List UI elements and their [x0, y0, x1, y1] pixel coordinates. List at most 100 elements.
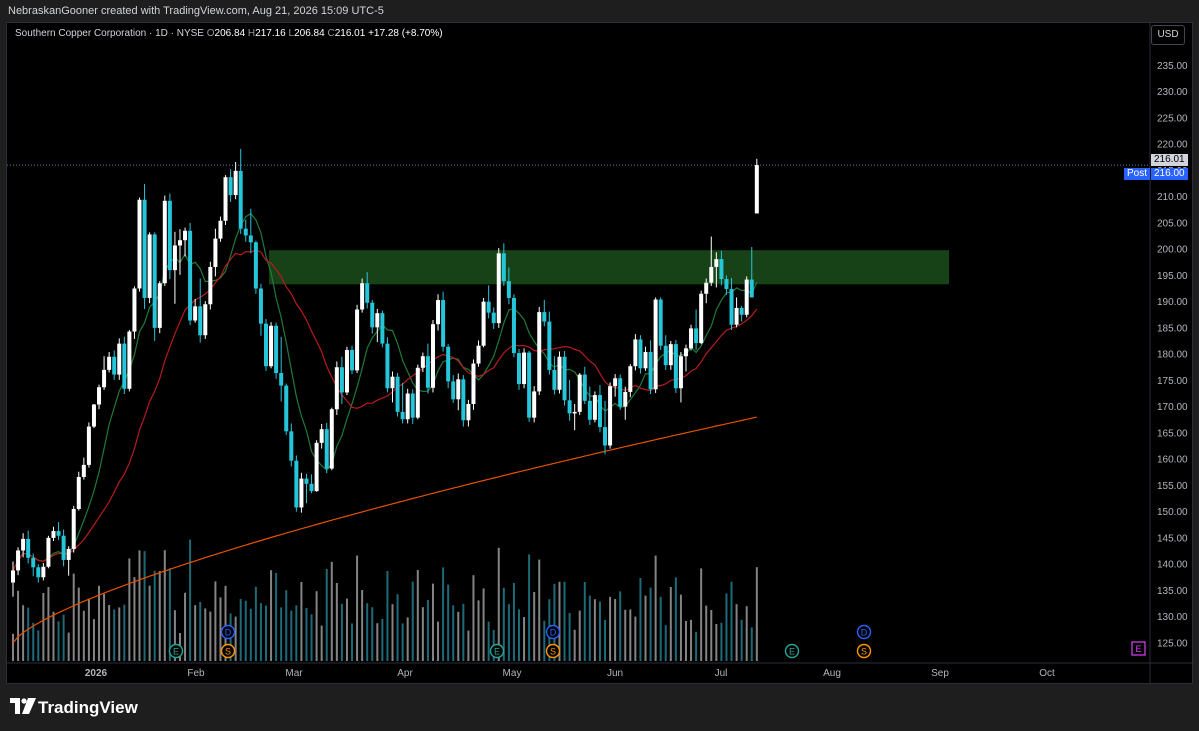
candle[interactable]	[567, 379, 572, 421]
candle[interactable]	[577, 373, 582, 416]
candle[interactable]	[213, 228, 218, 277]
candle[interactable]	[461, 375, 466, 427]
dividend-icon[interactable]: D	[220, 624, 236, 640]
candle[interactable]	[683, 344, 688, 372]
candle[interactable]	[415, 364, 420, 420]
candle[interactable]	[390, 371, 395, 403]
earnings-icon[interactable]: E	[784, 643, 800, 659]
candle[interactable]	[344, 346, 349, 396]
candle[interactable]	[117, 338, 122, 380]
candle[interactable]	[360, 278, 365, 313]
candle[interactable]	[638, 335, 643, 374]
split-icon[interactable]: S	[220, 643, 236, 659]
candle[interactable]	[183, 227, 188, 257]
candle[interactable]	[46, 535, 51, 569]
candle[interactable]	[31, 553, 36, 577]
candle[interactable]	[152, 232, 157, 341]
candle[interactable]	[350, 345, 355, 375]
candle[interactable]	[147, 232, 152, 304]
candle[interactable]	[324, 422, 329, 474]
candle[interactable]	[653, 297, 658, 393]
candle[interactable]	[162, 195, 167, 286]
candle[interactable]	[618, 374, 623, 410]
candle[interactable]	[744, 276, 749, 318]
candle[interactable]	[51, 526, 56, 542]
candle[interactable]	[658, 297, 663, 350]
candle[interactable]	[734, 297, 739, 328]
candle[interactable]	[370, 300, 375, 334]
candle[interactable]	[613, 374, 618, 397]
candle[interactable]	[284, 383, 289, 435]
candle[interactable]	[193, 299, 198, 323]
candle[interactable]	[446, 344, 451, 389]
candle[interactable]	[739, 305, 744, 322]
candle[interactable]	[233, 161, 238, 200]
candle[interactable]	[172, 231, 177, 304]
currency-button[interactable]: USD	[1151, 25, 1185, 45]
candle[interactable]	[451, 375, 456, 403]
candle[interactable]	[289, 423, 294, 467]
candle[interactable]	[587, 386, 592, 425]
candle[interactable]	[223, 175, 228, 225]
candle[interactable]	[91, 404, 96, 429]
candle[interactable]	[238, 148, 243, 234]
candle[interactable]	[253, 240, 258, 294]
candle[interactable]	[592, 391, 597, 423]
earnings-icon[interactable]: E	[168, 643, 184, 659]
candle[interactable]	[208, 261, 213, 310]
candle[interactable]	[203, 301, 208, 339]
candle[interactable]	[102, 356, 107, 390]
events-menu-icon[interactable]: E	[1131, 641, 1146, 656]
candle[interactable]	[334, 361, 339, 416]
price-chart[interactable]: EDSEDSEDSE 235.00230.00225.00220.00215.0…	[7, 23, 1194, 685]
candle[interactable]	[400, 383, 405, 424]
candle[interactable]	[517, 348, 521, 390]
candle[interactable]	[522, 348, 527, 389]
candle[interactable]	[385, 337, 390, 393]
candle[interactable]	[294, 455, 299, 512]
candle[interactable]	[66, 546, 71, 576]
candle[interactable]	[689, 324, 694, 351]
candle[interactable]	[491, 307, 496, 329]
candle[interactable]	[274, 322, 279, 379]
candle[interactable]	[537, 306, 542, 396]
candle[interactable]	[177, 229, 182, 275]
candle[interactable]	[16, 547, 21, 576]
candle[interactable]	[597, 385, 602, 433]
split-icon[interactable]: S	[545, 643, 561, 659]
candle[interactable]	[699, 290, 704, 345]
dividend-icon[interactable]: D	[856, 624, 872, 640]
candle[interactable]	[122, 336, 127, 395]
candle[interactable]	[466, 399, 471, 427]
dividend-icon[interactable]: D	[545, 624, 561, 640]
candle[interactable]	[425, 343, 430, 394]
candle[interactable]	[71, 505, 76, 553]
candle[interactable]	[107, 352, 112, 373]
candle[interactable]	[228, 169, 233, 202]
split-icon[interactable]: S	[856, 643, 872, 659]
candle[interactable]	[471, 359, 476, 410]
candle[interactable]	[430, 320, 435, 393]
candle[interactable]	[511, 294, 516, 358]
candle[interactable]	[456, 373, 461, 411]
resistance-zone[interactable]	[269, 250, 949, 285]
candle[interactable]	[26, 530, 31, 564]
candle[interactable]	[582, 366, 587, 404]
candle[interactable]	[132, 286, 137, 339]
candle[interactable]	[157, 281, 162, 334]
candle[interactable]	[633, 334, 638, 371]
tradingview-logo-icon[interactable]	[10, 698, 36, 716]
candle[interactable]	[56, 522, 61, 540]
candle[interactable]	[112, 350, 117, 380]
candle[interactable]	[547, 311, 552, 375]
candle[interactable]	[557, 351, 562, 394]
candle[interactable]	[648, 340, 653, 395]
candle[interactable]	[694, 309, 699, 350]
candle[interactable]	[137, 197, 142, 292]
candle[interactable]	[532, 386, 537, 423]
candle[interactable]	[299, 472, 304, 513]
candle[interactable]	[314, 440, 319, 492]
candle[interactable]	[329, 407, 334, 471]
candle[interactable]	[476, 340, 481, 367]
candle[interactable]	[410, 389, 415, 424]
